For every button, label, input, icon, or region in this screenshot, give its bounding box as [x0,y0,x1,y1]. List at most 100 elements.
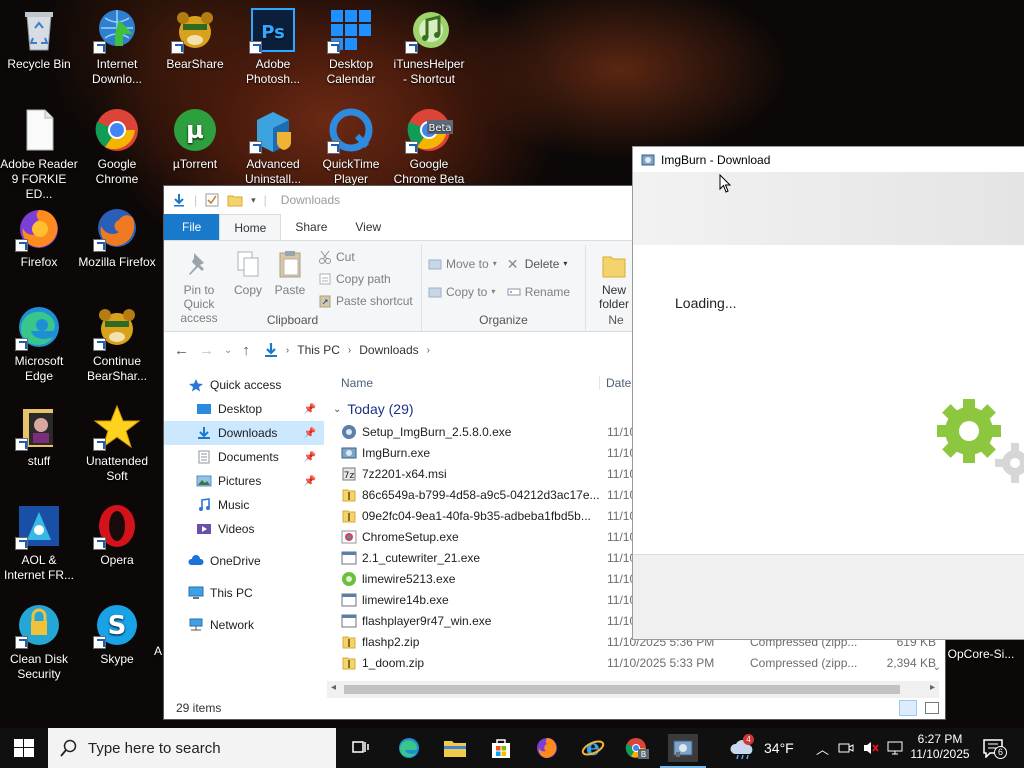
desktop-icon-microsoft-edge[interactable]: Microsoft Edge [0,303,78,384]
desktop-icon-unattended-soft[interactable]: Unattended Soft [78,403,156,484]
scroll-down-icon[interactable]: ⌄ [933,662,941,673]
desktop-icon-advanced-uninstaller[interactable]: Advanced Uninstall... [234,106,312,187]
task-view-icon[interactable] [346,734,376,762]
imgburn-download-window[interactable]: ImgBurn - Download Loading... [632,146,1024,640]
show-hidden-icons-chevron-icon[interactable]: ︿ [816,739,829,758]
clock-date: 11/10/2025 [910,747,970,761]
nav-label: Network [210,618,255,632]
nav-this-pc[interactable]: This PC [164,581,324,605]
desktop-icon-google-chrome-beta[interactable]: Beta Google Chrome Beta [390,106,468,187]
up-arrow-icon[interactable]: ↑ [242,342,250,359]
copy-path-button[interactable]: Copy path [318,270,413,288]
desktop-icon-ituneshelper[interactable]: iTunesHelper - Shortcut [390,6,468,87]
nav-music[interactable]: Music [164,493,324,517]
nav-onedrive[interactable]: OneDrive [164,549,324,573]
notifications-button[interactable]: 6 [982,738,1007,761]
meet-now-icon[interactable] [838,741,854,755]
taskbar-search-box[interactable]: Type here to search [48,728,336,768]
copy-label: Copy [233,283,262,297]
desktop-icon-internet-download-manager[interactable]: Internet Downlo... [78,6,156,87]
breadcrumb[interactable]: › This PC › Downloads › [264,342,430,358]
tab-share[interactable]: Share [281,214,341,240]
nav-documents[interactable]: Documents 📌 [164,445,324,469]
delete-button[interactable]: ✕ Delete ▾ [507,255,570,273]
desktop-icon-utorrent[interactable]: µ µTorrent [156,106,234,172]
scrollbar-thumb[interactable] [344,685,900,694]
file-row[interactable]: 1_doom.zip 11/10/2025 5:33 PM Compressed (… [329,652,946,673]
taskbar-file-explorer-icon[interactable] [440,734,470,762]
idm-icon [93,6,141,54]
nav-pictures[interactable]: Pictures 📌 [164,469,324,493]
paste-shortcut-button[interactable]: Paste shortcut [318,292,413,310]
utorrent-icon: µ [171,106,219,154]
desktop-icon-continue-bearshare[interactable]: Continue BearShar... [78,303,156,384]
speaker-muted-icon[interactable] [862,740,880,756]
taskbar-firefox-icon[interactable] [532,734,562,762]
nav-videos[interactable]: Videos [164,517,324,541]
desktop-icon-adobe-reader[interactable]: Adobe Reader 9 FORKIE ED... [0,106,78,202]
details-view-icon[interactable] [899,700,917,716]
large-icons-view-icon[interactable] [925,702,939,714]
firefox-icon [93,204,141,252]
clock[interactable]: 6:27 PM 11/10/2025 [906,732,974,762]
recent-locations-chevron-icon[interactable]: ⌄ [224,345,232,356]
rename-button[interactable]: Rename [507,283,570,301]
start-button[interactable] [14,739,34,760]
weather-temperature[interactable]: 34°F [764,740,794,756]
nav-desktop[interactable]: Desktop 📌 [164,397,324,421]
paste-label: Paste [274,283,306,297]
cut-button[interactable]: Cut [318,248,413,266]
desktop-icon-mozilla-firefox[interactable]: Mozilla Firefox [78,204,156,270]
tab-view[interactable]: View [341,214,395,240]
network-icon[interactable] [886,740,904,756]
copy-to-button[interactable]: Copy to ▾ [428,283,497,301]
imgburn-titlebar[interactable]: ImgBurn - Download [633,147,1024,172]
taskbar-chrome-beta-icon[interactable]: B [622,734,652,762]
desktop-icon-aol[interactable]: AOL & Internet FR... [0,502,78,583]
separator: | [263,193,267,207]
downloads-icon [196,426,212,440]
nav-network[interactable]: Network [164,613,324,637]
scroll-left-icon[interactable]: ◂ [331,682,336,693]
tab-home[interactable]: Home [219,214,282,240]
properties-icon[interactable] [205,193,219,207]
desktop-icon-recycle-bin[interactable]: Recycle Bin [0,6,78,72]
paste-icon [277,249,303,279]
column-header-name[interactable]: Name [341,376,599,390]
desktop-icon-label: Desktop Calendar [326,57,376,86]
desktop-icon-adobe-photoshop[interactable]: Ps Adobe Photosh... [234,6,312,87]
taskbar-store-icon[interactable] [486,734,516,762]
new-folder-quick-icon[interactable] [227,193,243,207]
back-arrow-icon[interactable]: ← [174,342,189,359]
chevron-down-icon: ⌄ [333,403,342,415]
taskbar-imgburn-icon[interactable] [660,734,706,768]
weather-icon[interactable]: 4 [730,734,756,763]
quick-access-toolbar-dropdown-icon[interactable]: ▾ [251,195,256,206]
bearshare-icon [171,6,219,54]
desktop-icon-desktop-calendar[interactable]: Desktop Calendar [312,6,390,87]
nav-downloads[interactable]: Downloads 📌 [164,421,324,445]
tab-file[interactable]: File [164,214,220,240]
breadcrumb-this-pc[interactable]: This PC [297,343,340,357]
taskbar-edge-icon[interactable] [394,734,424,762]
exe-icon [341,613,357,629]
forward-arrow-icon[interactable]: → [199,342,214,359]
desktop-icon-firefox[interactable]: Firefox [0,204,78,270]
copy-to-icon [428,285,442,299]
desktop-icon-bearshare[interactable]: BearShare [156,6,234,72]
desktop-icon-stuff[interactable]: stuff [0,403,78,469]
breadcrumb-downloads[interactable]: Downloads [359,343,418,357]
desktop-icon-label: Microsoft Edge [14,354,64,383]
desktop-icon-quicktime-player[interactable]: QuickTime Player [312,106,390,187]
svg-text:S: S [108,611,127,641]
desktop-icon-opera[interactable]: Opera [78,502,156,568]
desktop-icon-clean-disk-security[interactable]: Clean Disk Security [0,601,78,682]
taskbar-internet-explorer-icon[interactable]: e [578,734,608,762]
desktop-icon-google-chrome[interactable]: Google Chrome [78,106,156,187]
desktop-icon-skype[interactable]: S Skype [78,601,156,667]
exe-icon [341,592,357,608]
scroll-right-icon[interactable]: ▸ [930,682,935,693]
nav-quick-access[interactable]: Quick access [164,373,324,397]
move-to-button[interactable]: Move to ▾ [428,255,497,273]
horizontal-scrollbar[interactable]: ◂ ▸ [327,681,939,698]
